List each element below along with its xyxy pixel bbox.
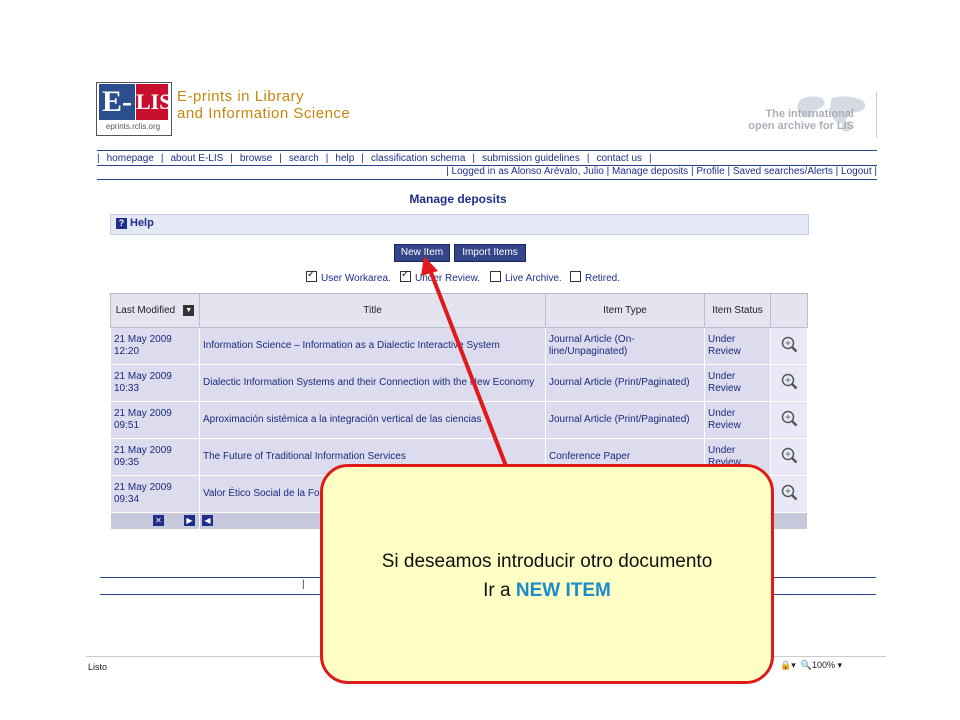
- callout-text: Si deseamos introducir otro documento: [381, 551, 713, 572]
- callout-box: [320, 464, 774, 684]
- callout-highlight: NEW ITEM: [515, 580, 611, 601]
- callout-prefix: Ir a: [483, 580, 516, 601]
- arrow-head: [421, 256, 438, 276]
- callout-instruction: Ir a NEW ITEM: [320, 580, 774, 602]
- arrow-shaft: [428, 269, 508, 467]
